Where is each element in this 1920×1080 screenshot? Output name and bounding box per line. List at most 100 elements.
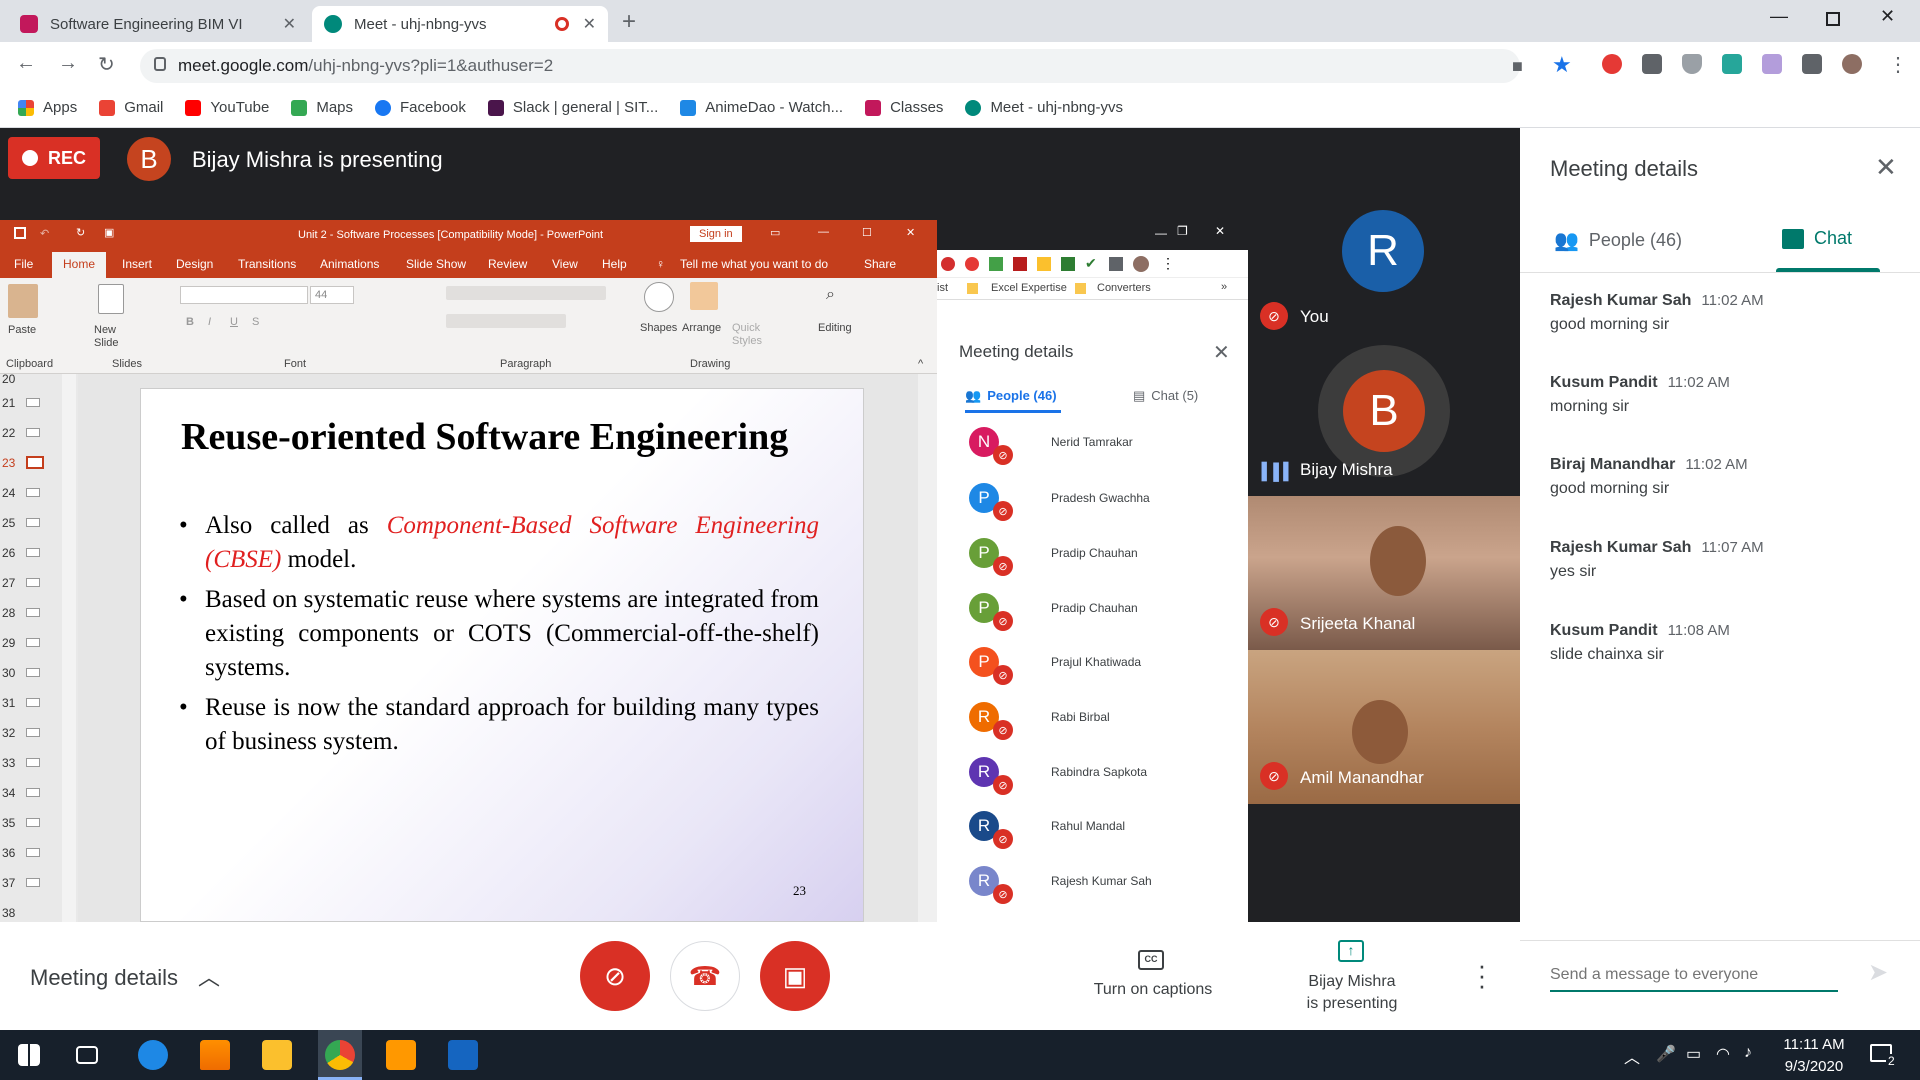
tile-srijeeta-khanal[interactable]: ⊘ Srijeeta Khanal: [1248, 496, 1520, 650]
tab-software-engineering[interactable]: Software Engineering BIM VI ✕: [8, 6, 308, 42]
download-icon: [1061, 257, 1075, 271]
chat-tab[interactable]: Chat: [1782, 228, 1852, 249]
bookmark-classes[interactable]: Classes: [865, 99, 943, 116]
inner-title-bar: — ❐ ✕: [937, 220, 1248, 250]
chevron-up-icon[interactable]: ︿: [198, 960, 220, 992]
apps-grid-icon: [18, 99, 34, 116]
volume-icon[interactable]: ♪: [1744, 1044, 1752, 1062]
bookmark-apps[interactable]: Apps: [18, 99, 77, 116]
profile-avatar[interactable]: [1842, 54, 1862, 74]
forward-icon[interactable]: →: [58, 52, 78, 75]
lock-icon[interactable]: [154, 57, 166, 71]
thumb-number: 30: [2, 666, 16, 680]
chrome-icon[interactable]: [325, 1040, 355, 1070]
more-options-icon[interactable]: · · ·: [1474, 952, 1490, 998]
message-time: 11:02 AM: [1667, 374, 1730, 391]
address-bar[interactable]: meet.google.com/uhj-nbng-yvs?pli=1&authu…: [140, 49, 1520, 83]
chat-message-input[interactable]: [1550, 966, 1838, 992]
powerpoint-title-bar: ↶ ↻ ▣ Unit 2 - Software Processes [Compa…: [0, 220, 937, 250]
opera-extension-icon[interactable]: [1602, 54, 1622, 74]
back-icon[interactable]: ←: [16, 52, 36, 75]
shield-extension-icon[interactable]: [1682, 54, 1702, 74]
captions-button[interactable]: Turn on captions: [1088, 981, 1218, 999]
bookmark-facebook[interactable]: Facebook: [375, 99, 466, 116]
file-explorer-icon[interactable]: [262, 1040, 292, 1070]
meeting-details-button[interactable]: Meeting details: [30, 965, 178, 991]
bookmark-youtube[interactable]: YouTube: [185, 99, 269, 116]
participant-avatar: R: [1342, 210, 1424, 292]
tab-meet[interactable]: Meet - uhj-nbng-yvs ✕: [312, 6, 608, 42]
presenting-button[interactable]: Bijay Mishra is presenting: [1282, 971, 1422, 1015]
paste-label: Paste: [8, 324, 37, 336]
close-tab-icon[interactable]: ✕: [583, 14, 596, 34]
extensions-puzzle-icon[interactable]: [1802, 54, 1822, 74]
bookmark-label: Facebook: [400, 99, 466, 116]
wifi-icon[interactable]: ◠: [1716, 1044, 1730, 1064]
person-avatar: R ⊘: [969, 702, 1013, 740]
close-window-icon[interactable]: ✕: [1880, 6, 1895, 27]
present-icon[interactable]: ↑: [1338, 940, 1364, 962]
photos-icon[interactable]: [448, 1040, 478, 1070]
ppt-tab-slideshow: Slide Show: [406, 257, 467, 271]
tab-label: Chat (5): [1151, 388, 1199, 403]
presenting-line: is presenting: [1306, 995, 1398, 1012]
bookmark-star-icon[interactable]: ★: [1552, 52, 1572, 78]
bookmark-label: YouTube: [210, 99, 270, 116]
inner-person-row: P ⊘ Pradip Chauhan: [969, 537, 1138, 576]
thumb: [26, 758, 40, 767]
edge-icon[interactable]: [138, 1040, 168, 1070]
show-hidden-icons-icon[interactable]: ︿: [1624, 1044, 1640, 1068]
bookmark-meet[interactable]: Meet - uhj-nbng-yvs: [965, 99, 1123, 116]
ribbon-display-icon: ▭: [770, 227, 781, 239]
minimize-icon[interactable]: —: [1770, 6, 1788, 27]
audio-extension-icon[interactable]: [1762, 54, 1782, 74]
facebook-extension-icon[interactable]: [1642, 54, 1662, 74]
thumb-number: 36: [2, 846, 16, 860]
bookmark-animedao[interactable]: AnimeDao - Watch...: [680, 99, 843, 116]
message-sender: Kusum Pandit: [1550, 374, 1658, 391]
send-icon[interactable]: ➤: [1868, 958, 1888, 987]
people-tab[interactable]: 👥 People (46): [1554, 228, 1682, 253]
inner-person-row: P ⊘ Pradesh Gwachha: [969, 482, 1150, 521]
arrange-label: Arrange: [682, 322, 722, 334]
leave-call-button[interactable]: ☎: [670, 941, 740, 1011]
task-view-icon[interactable]: [76, 1046, 98, 1064]
tile-amil-manandhar[interactable]: ⊘ Amil Manandhar: [1248, 650, 1520, 804]
avatar-initial: R: [977, 816, 991, 835]
translate-extension-icon[interactable]: [1722, 54, 1742, 74]
microphone-icon[interactable]: 🎤: [1656, 1044, 1676, 1064]
camera-toggle-button[interactable]: ▣: [760, 941, 830, 1011]
group-paragraph: Paragraph: [500, 358, 552, 370]
italic-icon: I: [208, 316, 212, 328]
inner-bookmark: Excel Expertise: [991, 282, 1067, 294]
bookmark-slack[interactable]: Slack | general | SIT...: [487, 99, 658, 116]
maximize-icon[interactable]: [1826, 12, 1840, 26]
inner-person-row: R ⊘ Rabi Birbal: [969, 701, 1110, 740]
inner-chat-tab: ▤ Chat (5): [1133, 388, 1198, 404]
tile-you[interactable]: R ⊘ You: [1248, 190, 1520, 340]
save-icon: [14, 227, 26, 239]
person-avatar: N ⊘: [969, 427, 1013, 465]
camera-icon[interactable]: ■: [1512, 56, 1523, 77]
tile-bijay-mishra[interactable]: B ▍▌▍ Bijay Mishra: [1248, 340, 1520, 496]
bookmark-maps[interactable]: Maps: [291, 99, 353, 116]
mic-toggle-button[interactable]: ⊘: [580, 941, 650, 1011]
chat-message: Kusum Pandit 11:08 AM slide chainxa sir: [1550, 622, 1730, 664]
sublime-text-icon[interactable]: [386, 1040, 416, 1070]
battery-icon[interactable]: ▭: [1686, 1044, 1701, 1064]
close-tab-icon[interactable]: ✕: [283, 14, 296, 34]
slide-bullet-3: Reuse is now the standard approach for b…: [179, 691, 819, 759]
captions-icon[interactable]: CC: [1138, 950, 1164, 970]
taskbar-clock[interactable]: 11:11 AM 9/3/2020: [1770, 1034, 1858, 1078]
bookmark-gmail[interactable]: Gmail: [99, 99, 163, 116]
vlc-icon[interactable]: [200, 1040, 230, 1070]
windows-start-icon[interactable]: [18, 1044, 40, 1066]
clock-date: 9/3/2020: [1784, 1058, 1844, 1075]
new-tab-icon[interactable]: +: [622, 8, 636, 36]
browser-menu-icon[interactable]: ⋮: [1888, 52, 1908, 77]
recording-badge[interactable]: REC: [8, 137, 100, 179]
check-icon: ✔: [1085, 255, 1097, 271]
reload-icon[interactable]: ↻: [98, 52, 115, 77]
slack-icon: [487, 99, 504, 116]
panel-close-icon[interactable]: ✕: [1875, 152, 1897, 183]
